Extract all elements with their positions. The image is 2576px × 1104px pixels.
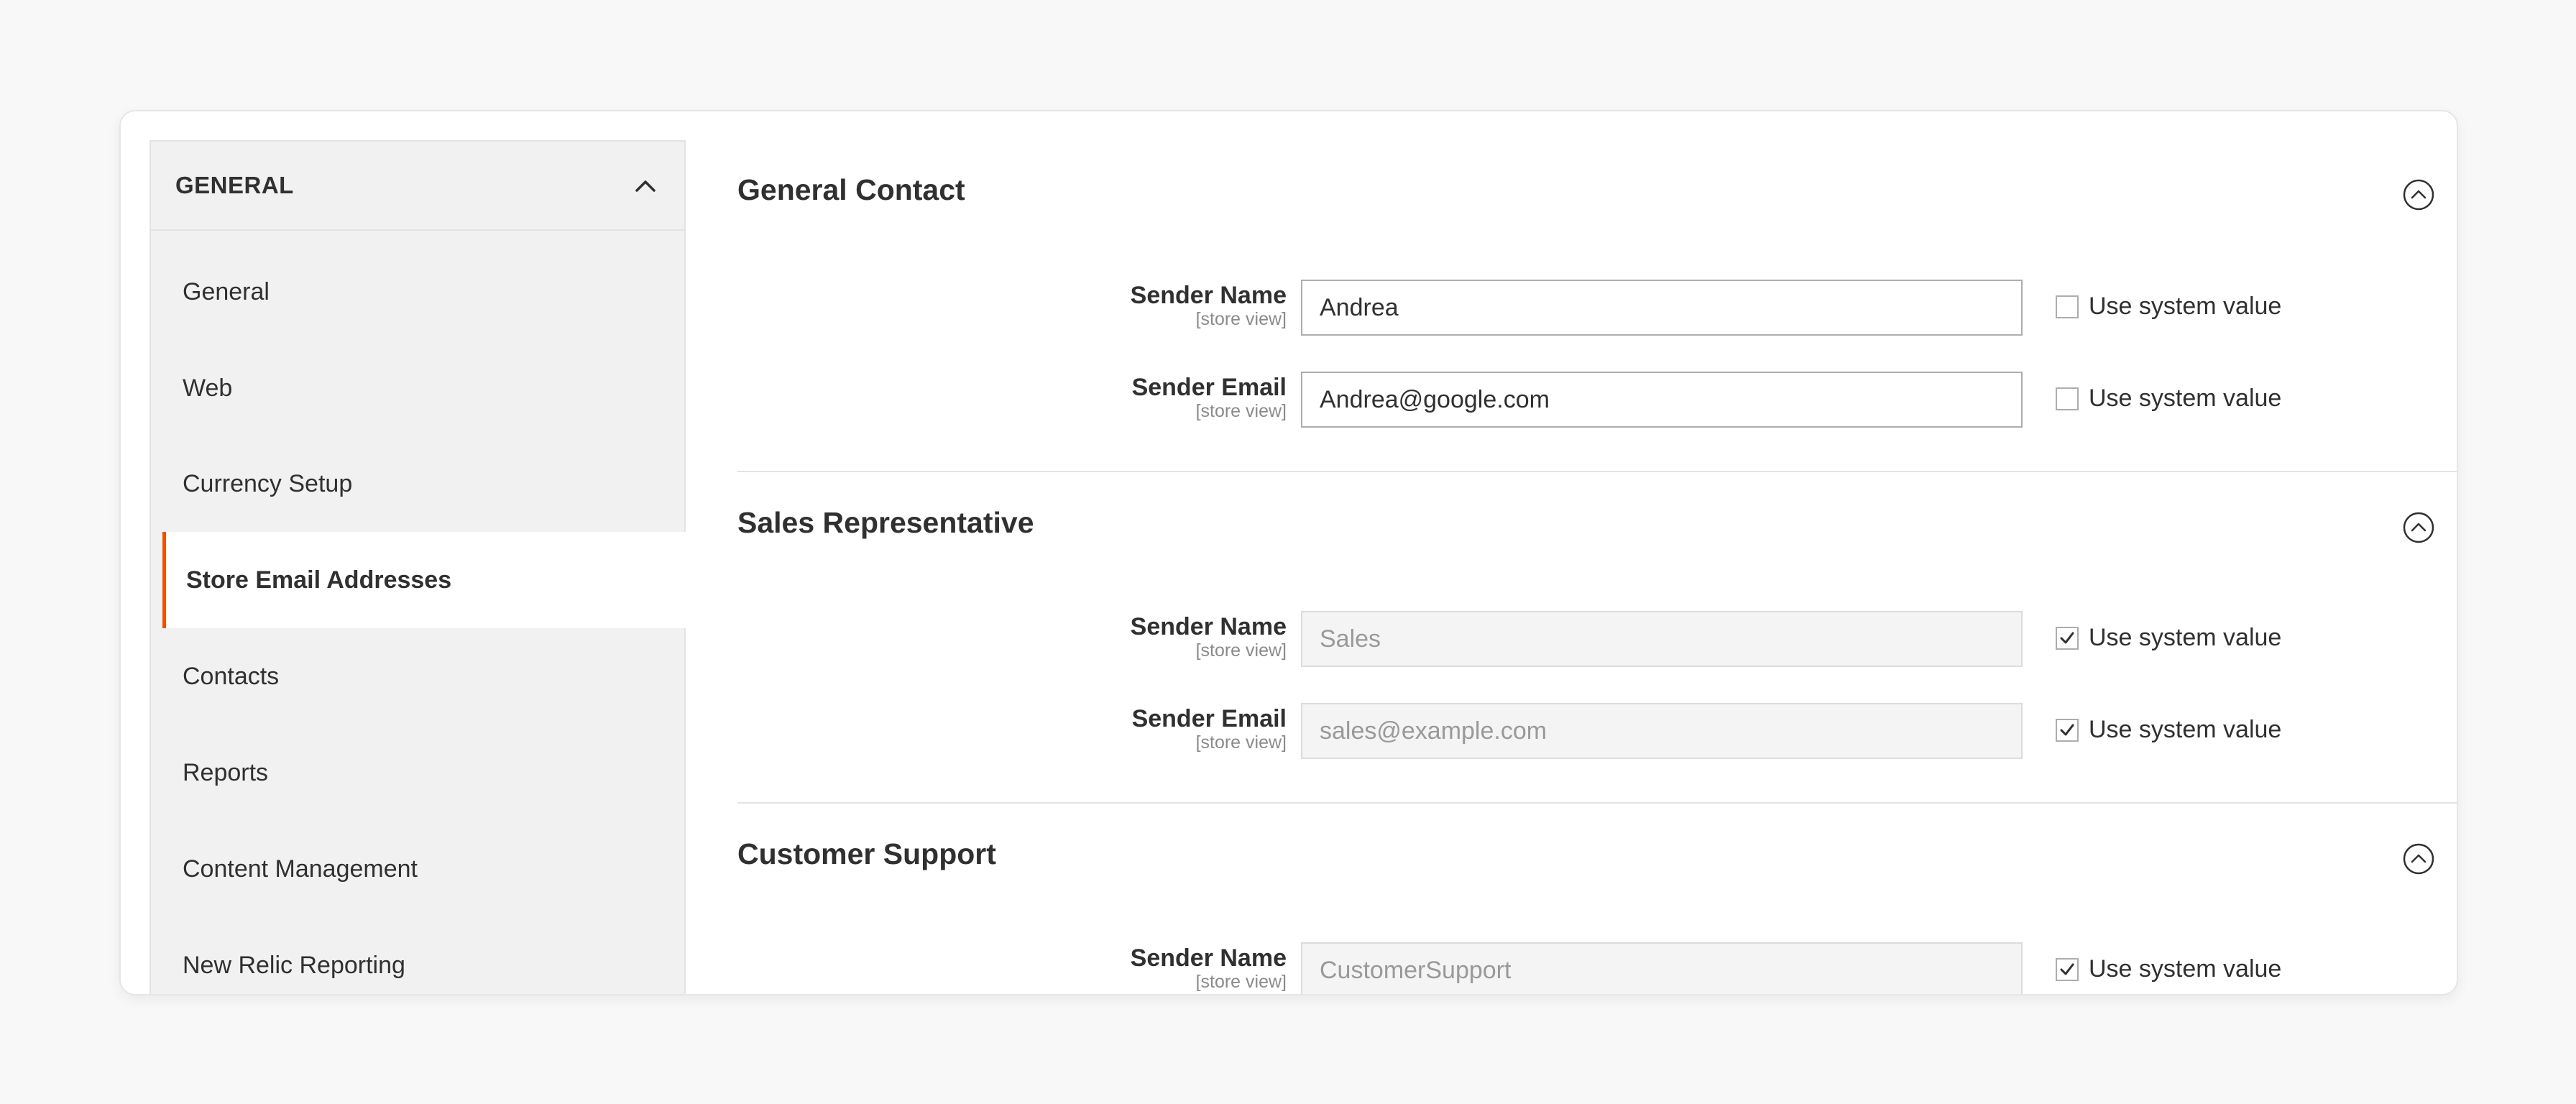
collapse-icon[interactable] [2402, 511, 2435, 544]
sidebar-item-new-relic-reporting[interactable]: New Relic Reporting [151, 917, 687, 994]
field-label-sender-name: Sender Name [store view] [1130, 613, 1287, 661]
sidebar-item-web[interactable]: Web [151, 340, 687, 436]
field-label-sender-name: Sender Name [store view] [1130, 944, 1287, 992]
section-title-sales-representative[interactable]: Sales Representative [737, 506, 1034, 540]
use-system-value-toggle[interactable]: Use system value [2056, 624, 2281, 652]
use-system-value-toggle[interactable]: Use system value [2056, 293, 2281, 321]
sidebar-item-currency-setup[interactable]: Currency Setup [151, 436, 687, 532]
sidebar-section-title: GENERAL [175, 172, 294, 198]
checkbox-checked[interactable] [2056, 957, 2079, 981]
use-system-value-toggle[interactable]: Use system value [2056, 955, 2281, 983]
scope-label: [store view] [1195, 732, 1287, 753]
checkbox-checked[interactable] [2056, 626, 2079, 650]
sidebar-item-label: New Relic Reporting [183, 951, 405, 979]
config-main: General Contact Sender Name [store view]… [737, 111, 2457, 994]
field-label-sender-email: Sender Email [store view] [1131, 705, 1287, 753]
section-divider [737, 802, 2457, 804]
field-label-sender-name: Sender Name [store view] [1130, 282, 1287, 329]
sidebar-item-content-management[interactable]: Content Management [151, 821, 687, 917]
scope-label: [store view] [1195, 972, 1287, 992]
use-system-value-toggle[interactable]: Use system value [2056, 716, 2281, 744]
sidebar-item-label: Reports [183, 758, 269, 786]
section-divider [737, 471, 2457, 472]
sidebar-item-contacts[interactable]: Contacts [151, 628, 687, 724]
section-title-general-contact[interactable]: General Contact [737, 173, 965, 207]
scope-label: [store view] [1195, 401, 1287, 421]
sidebar-item-store-email-addresses[interactable]: Store Email Addresses [162, 532, 689, 628]
checkmark-icon [2060, 632, 2074, 643]
sidebar-item-reports[interactable]: Reports [151, 724, 687, 821]
checkbox-checked[interactable] [2056, 718, 2079, 742]
config-sidebar: GENERAL General Web Currency Setup Store… [150, 140, 689, 994]
checkmark-icon [2060, 963, 2074, 975]
sales-rep-sender-email-input[interactable] [1301, 703, 2023, 759]
sidebar-item-label: Web [183, 374, 233, 402]
config-panel: GENERAL General Web Currency Setup Store… [119, 110, 2458, 995]
section-title-customer-support[interactable]: Customer Support [737, 837, 996, 871]
checkbox-unchecked[interactable] [2056, 387, 2079, 410]
chevron-up-icon[interactable] [632, 173, 658, 199]
checkmark-icon [2060, 724, 2074, 735]
collapse-icon[interactable] [2402, 178, 2435, 211]
scope-label: [store view] [1195, 640, 1287, 661]
sidebar-section-header[interactable]: GENERAL [151, 142, 684, 231]
field-label-sender-email: Sender Email [store view] [1131, 374, 1287, 421]
sidebar-item-label: Store Email Addresses [186, 566, 452, 594]
sales-rep-sender-name-input[interactable] [1301, 611, 2023, 667]
sidebar-item-label: Content Management [183, 855, 418, 883]
sidebar-item-general[interactable]: General [151, 244, 687, 340]
use-system-value-toggle[interactable]: Use system value [2056, 385, 2281, 413]
checkbox-unchecked[interactable] [2056, 295, 2079, 318]
general-contact-sender-email-input[interactable] [1301, 372, 2023, 428]
sidebar-item-label: Currency Setup [183, 469, 353, 497]
sidebar-item-label: Contacts [183, 662, 280, 690]
sidebar-item-label: General [183, 277, 270, 305]
scope-label: [store view] [1195, 309, 1287, 329]
general-contact-sender-name-input[interactable] [1301, 280, 2023, 336]
customer-support-sender-name-input[interactable] [1301, 942, 2023, 994]
collapse-icon[interactable] [2402, 842, 2435, 875]
